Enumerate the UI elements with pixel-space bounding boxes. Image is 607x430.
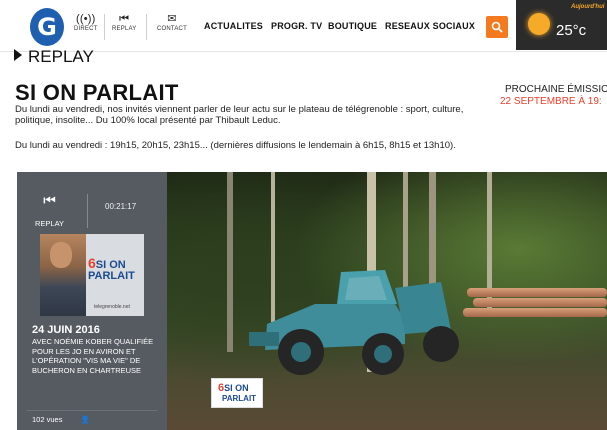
breadcrumb: REPLAY: [14, 47, 94, 67]
play-triangle-icon: [14, 49, 22, 61]
site-header: G ((•)) DIRECT ⏮ REPLAY ✉ CONTACT ACTUAL…: [0, 0, 607, 52]
divider: [146, 14, 147, 40]
thumbnail-url: telegrenoble.net: [94, 304, 130, 310]
user-icon: 👤: [80, 415, 90, 424]
log: [473, 298, 607, 307]
replay-button[interactable]: ⏮ REPLAY: [112, 12, 136, 32]
video-player[interactable]: 6SI ON PARLAIT: [167, 172, 607, 430]
nav-boutique[interactable]: BOUTIQUE: [328, 21, 377, 31]
divider: [27, 410, 157, 411]
skip-back-icon: ⏮: [43, 192, 56, 208]
nav-actualites[interactable]: ACTUALITES: [204, 21, 263, 31]
next-show-date[interactable]: 22 SEPTEMBRE À 19:: [500, 96, 602, 107]
thumbnail-show-logo: 6SI ON PARLAIT: [88, 255, 135, 282]
log: [467, 288, 607, 297]
divider: [87, 194, 88, 228]
broadcast-icon: ((•)): [76, 13, 96, 25]
direct-button[interactable]: ((•)) DIRECT: [74, 12, 98, 32]
envelope-icon: ✉: [167, 13, 177, 25]
next-show-label: PROCHAINE ÉMISSIO: [505, 84, 607, 95]
page-title: SI ON PARLAIT: [15, 80, 179, 105]
episode-duration: 00:21:17: [105, 202, 137, 211]
view-count: 102 vues 👤: [32, 415, 90, 424]
log: [463, 308, 607, 317]
episode-date: 24 JUIN 2016: [32, 324, 100, 336]
weather-today-label: Aujourd'hui: [571, 4, 605, 10]
search-button[interactable]: [486, 16, 508, 38]
episode-caption[interactable]: AVEC NOÉMIE KOBER QUALIFIÉE POUR LES JO …: [32, 337, 157, 375]
presenter-image: [40, 234, 86, 316]
nav-reseaux-sociaux[interactable]: RESEAUX SOCIAUX: [385, 21, 475, 31]
nav-programme-tv[interactable]: PROGR. TV: [271, 21, 322, 31]
show-logo-overlay: 6SI ON PARLAIT: [211, 378, 263, 408]
show-schedule: Du lundi au vendredi : 19h15, 20h15, 23h…: [15, 140, 456, 151]
tree-trunk: [227, 172, 233, 352]
skip-back-icon: ⏮: [119, 13, 130, 25]
skidder-tractor-image: [249, 270, 459, 375]
episode-thumbnail[interactable]: 6SI ON PARLAIT telegrenoble.net: [40, 234, 144, 316]
sidebar-replay-button[interactable]: ⏮ REPLAY: [35, 192, 64, 228]
contact-button[interactable]: ✉ CONTACT: [157, 12, 187, 32]
replay-sidebar: ⏮ REPLAY 00:21:17 6SI ON PARLAIT telegren…: [17, 172, 167, 430]
show-description: Du lundi au vendredi, nos invités vienne…: [15, 104, 464, 126]
weather-temperature: 25°c: [556, 22, 587, 39]
sun-icon: [528, 13, 550, 35]
weather-widget[interactable]: Aujourd'hui 25°c: [516, 0, 607, 50]
search-icon: [491, 21, 503, 33]
telegrenoble-logo[interactable]: G: [30, 8, 64, 46]
divider: [104, 14, 105, 40]
